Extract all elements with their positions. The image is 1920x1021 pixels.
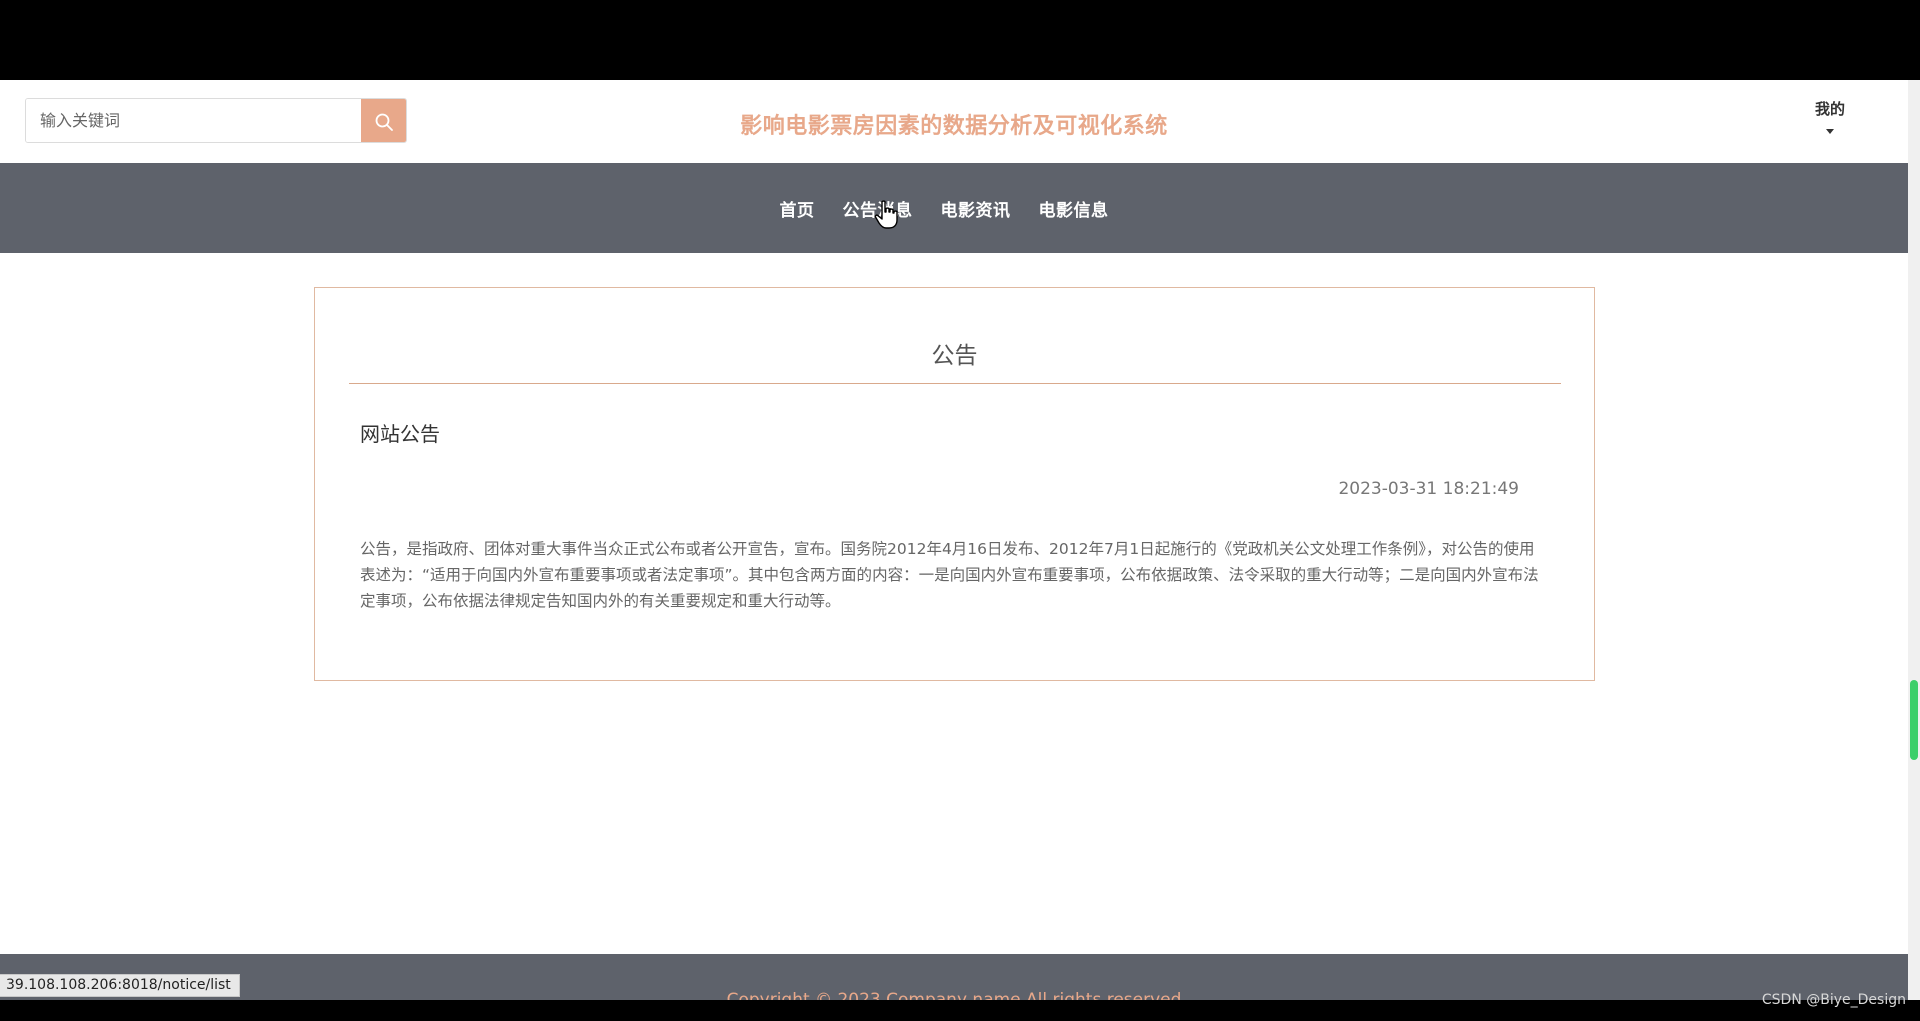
section-title: 公告 — [931, 343, 978, 369]
nav-item-movie-news[interactable]: 电影资讯 — [941, 196, 1011, 221]
scrollbar[interactable] — [1908, 80, 1920, 1000]
watermark: CSDN @Biye_Design — [1761, 992, 1906, 1008]
hand-cursor-icon — [874, 200, 898, 229]
nav-item-movie-info[interactable]: 电影信息 — [1039, 196, 1109, 221]
main-nav: 首页 公告消息 电影资讯 电影信息 — [0, 163, 1908, 253]
user-menu[interactable]: 我的 — [1800, 98, 1860, 134]
caret-down-icon — [1826, 129, 1834, 134]
scrollbar-thumb[interactable] — [1910, 680, 1918, 760]
site-title: 影响电影票房因素的数据分析及可视化系统 — [740, 114, 1168, 139]
footer: Copyright © 2023 Company name All rights… — [0, 954, 1908, 1000]
status-bar-url: 39.108.108.206:8018/notice/list — [0, 974, 240, 997]
notice-timestamp: 2023-03-31 18:21:49 — [1338, 479, 1519, 499]
page-viewport: 影响电影票房因素的数据分析及可视化系统 我的 首页 公告消息 电影资讯 电影信息… — [0, 80, 1908, 1000]
nav-item-home[interactable]: 首页 — [780, 196, 815, 221]
user-menu-label: 我的 — [1814, 100, 1845, 118]
footer-copyright: Copyright © 2023 Company name All rights… — [726, 990, 1182, 1000]
notice-body: 公告，是指政府、团体对重大事件当众正式公布或者公开宣告，宣布。国务院2012年4… — [360, 540, 1539, 610]
divider — [349, 383, 1561, 384]
notice-card: 公告 网站公告 2023-03-31 18:21:49 公告，是指政府、团体对重… — [314, 287, 1595, 681]
header: 影响电影票房因素的数据分析及可视化系统 我的 — [0, 80, 1908, 163]
notice-title: 网站公告 — [360, 422, 440, 446]
